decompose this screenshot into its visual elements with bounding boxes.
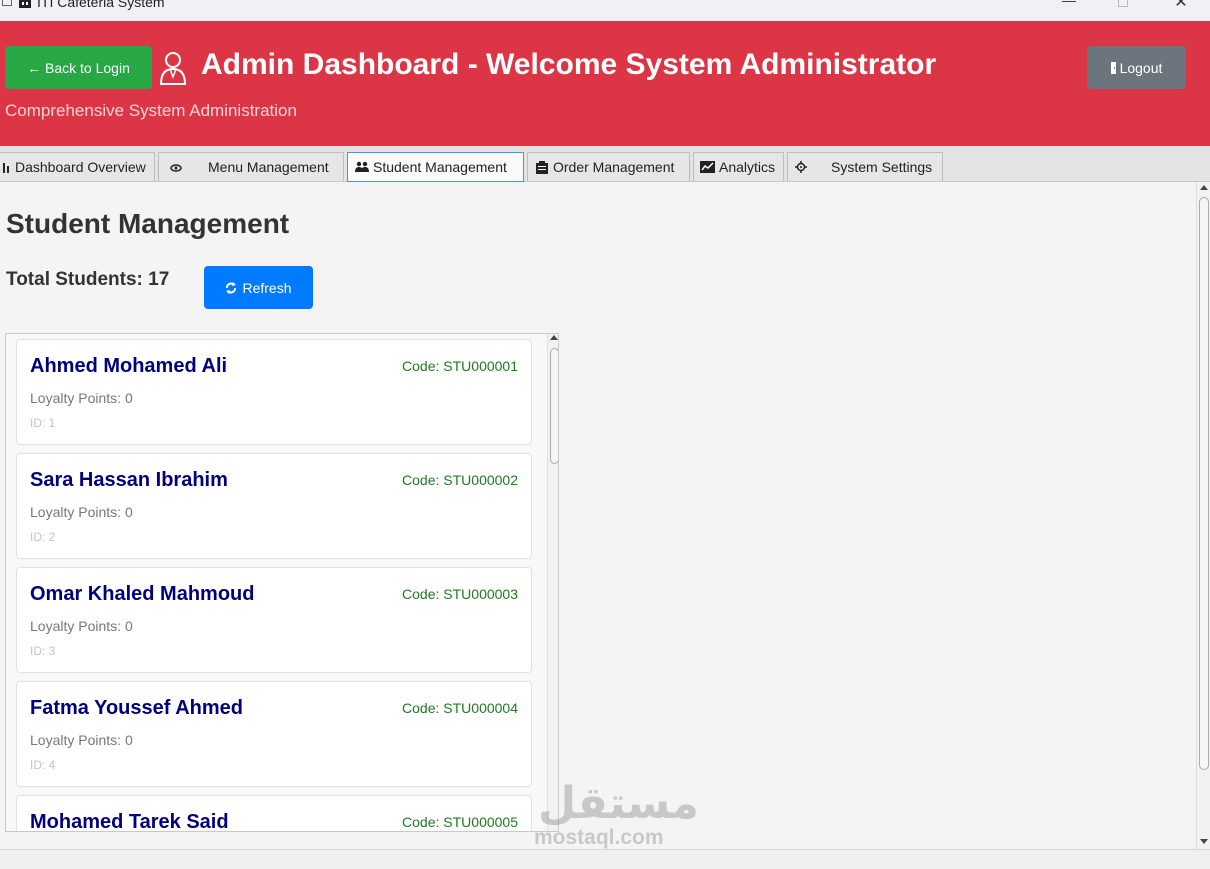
mostaql-watermark: مستقل mostaql.com: [530, 778, 699, 850]
tab-analytics[interactable]: Analytics: [693, 152, 784, 181]
student-name: Fatma Youssef Ahmed: [30, 697, 244, 719]
logout-label: Logout: [1119, 59, 1163, 76]
watermark-arabic: مستقل: [538, 778, 699, 829]
student-name: Sara Hassan Ibrahim: [30, 469, 228, 491]
student-id: ID: 1: [30, 416, 56, 430]
scroll-up-icon[interactable]: [550, 335, 558, 340]
clipboard-icon: [536, 160, 548, 174]
watermark-latin: mostaql.com: [534, 826, 664, 849]
horizontal-scrollbar[interactable]: [0, 849, 1210, 869]
tab-label: Menu Management: [208, 159, 329, 175]
tab-label: Order Management: [553, 159, 675, 175]
student-code: Code: STU000004: [402, 700, 518, 716]
student-id: ID: 4: [30, 758, 56, 772]
refresh-label: Refresh: [242, 279, 292, 296]
student-list-scrollbar[interactable]: [547, 334, 558, 831]
maximize-icon: [1118, 0, 1128, 7]
refresh-icon: [226, 281, 237, 294]
student-card[interactable]: Fatma Youssef Ahmed Code: STU000004 Loya…: [16, 681, 532, 787]
tab-order-management[interactable]: Order Management: [527, 152, 690, 181]
window-titlebar: ITI Cafeteria System — ✕: [0, 0, 1210, 21]
admin-user-icon: [159, 52, 187, 85]
page-header-subtitle: Comprehensive System Administration: [5, 101, 297, 120]
page-header-title: Admin Dashboard - Welcome System Adminis…: [201, 48, 937, 81]
scroll-down-icon[interactable]: [1200, 839, 1208, 844]
main-vertical-scrollbar[interactable]: [1196, 182, 1210, 849]
cafeteria-logo-icon: [19, 0, 31, 8]
line-chart-icon: [700, 161, 715, 173]
student-code: Code: STU000005: [402, 814, 518, 830]
tab-label: Dashboard Overview: [15, 159, 146, 175]
student-name: Mohamed Tarek Said: [30, 811, 229, 832]
users-icon: [355, 161, 369, 172]
tab-bar: Dashboard Overview Menu Management Stude…: [0, 146, 1210, 182]
page-title: Student Management: [6, 208, 290, 239]
tab-student-management[interactable]: Student Management: [347, 152, 524, 182]
close-button[interactable]: ✕: [1166, 0, 1196, 12]
student-management-panel: Student Management Total Students: 17 Re…: [0, 182, 1196, 849]
tab-label: Student Management: [373, 159, 507, 175]
minimize-button[interactable]: —: [1054, 0, 1084, 12]
window-title: ITI Cafeteria System: [37, 0, 165, 10]
tab-system-settings[interactable]: System Settings: [787, 152, 943, 181]
student-name: Omar Khaled Mahmoud: [30, 583, 255, 605]
maximize-button[interactable]: [1108, 0, 1138, 12]
loyalty-points: Loyalty Points: 0: [30, 618, 133, 634]
gear-icon: [795, 161, 807, 173]
dish-icon: [170, 164, 182, 172]
back-to-login-button[interactable]: ← Back to Login: [5, 46, 152, 89]
logout-button[interactable]: Logout: [1087, 46, 1186, 89]
student-card[interactable]: Ahmed Mohamed Ali Code: STU000001 Loyalt…: [16, 339, 532, 445]
loyalty-points: Loyalty Points: 0: [30, 732, 133, 748]
scrollbar-thumb[interactable]: [1199, 197, 1209, 770]
student-card[interactable]: Omar Khaled Mahmoud Code: STU000003 Loya…: [16, 567, 532, 673]
dashboard-header: ← Back to Login Admin Dashboard - Welcom…: [0, 21, 1210, 146]
student-card[interactable]: Sara Hassan Ibrahim Code: STU000002 Loya…: [16, 453, 532, 559]
tab-menu-management[interactable]: Menu Management: [158, 152, 344, 181]
student-code: Code: STU000003: [402, 586, 518, 602]
door-icon: [1110, 61, 1116, 74]
app-icon: [2, 0, 12, 6]
student-card[interactable]: Mohamed Tarek Said Code: STU000005: [16, 795, 532, 832]
student-code: Code: STU000001: [402, 358, 518, 374]
student-code: Code: STU000002: [402, 472, 518, 488]
refresh-button[interactable]: Refresh: [204, 266, 313, 309]
tab-label: Analytics: [719, 159, 776, 175]
bar-chart-icon: [3, 163, 9, 173]
student-id: ID: 3: [30, 644, 56, 658]
tab-dashboard-overview[interactable]: Dashboard Overview: [0, 152, 155, 181]
loyalty-points: Loyalty Points: 0: [30, 390, 133, 406]
tab-label: System Settings: [831, 159, 933, 175]
total-students-label: Total Students: 17: [6, 269, 170, 290]
scroll-up-icon[interactable]: [1200, 185, 1208, 190]
loyalty-points: Loyalty Points: 0: [30, 504, 133, 520]
student-name: Ahmed Mohamed Ali: [30, 355, 228, 377]
student-id: ID: 2: [30, 530, 56, 544]
student-list[interactable]: Ahmed Mohamed Ali Code: STU000001 Loyalt…: [5, 333, 559, 832]
scrollbar-thumb[interactable]: [550, 348, 558, 464]
